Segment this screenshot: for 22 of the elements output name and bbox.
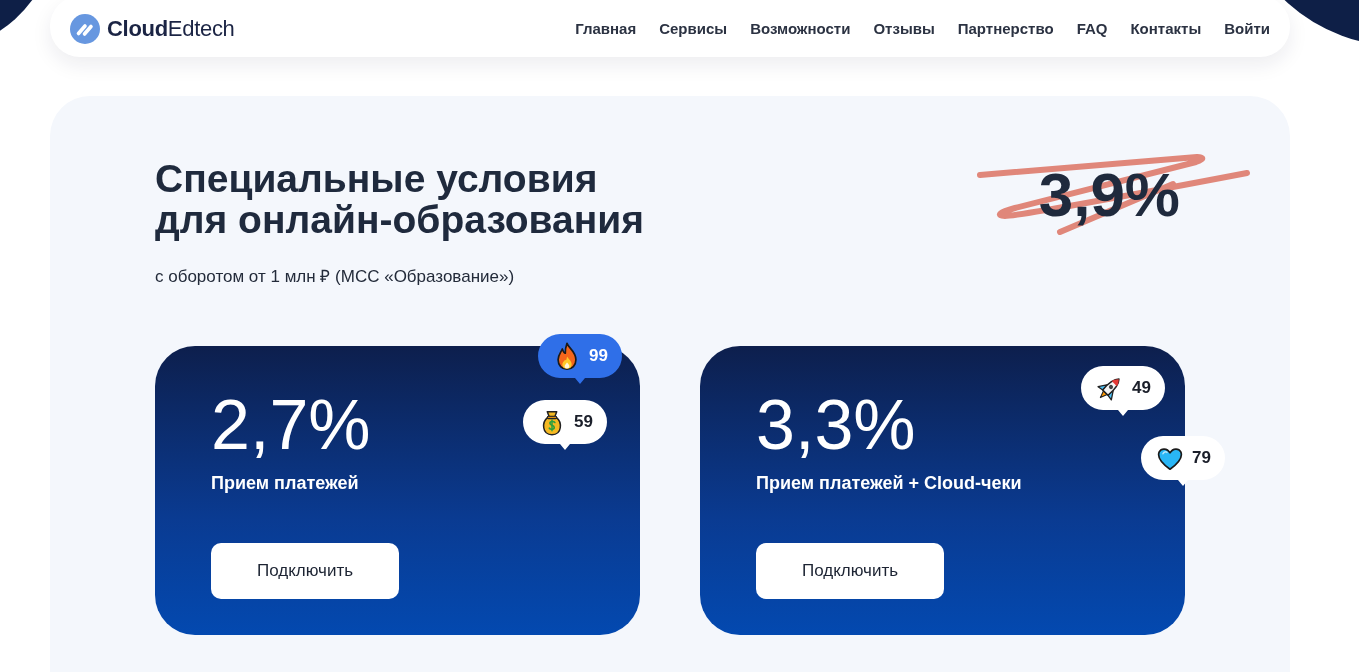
nav-link[interactable]: Отзывы xyxy=(873,20,935,37)
offer-title: Специальные условия для онлайн-образования xyxy=(155,158,645,240)
nav-link[interactable]: Главная xyxy=(575,20,637,37)
reaction-badge[interactable]: 49 xyxy=(1081,366,1165,416)
reaction-badge[interactable]: 99 xyxy=(538,334,622,384)
logo-icon xyxy=(70,13,100,44)
nav-link[interactable]: Войти xyxy=(1224,20,1270,37)
logo-link[interactable]: CloudEdtech xyxy=(70,13,235,44)
connect-button[interactable]: Подключить xyxy=(756,543,944,599)
nav-link[interactable]: Возможности xyxy=(750,20,851,37)
nav-link[interactable]: Контакты xyxy=(1130,20,1202,37)
rate-value: 2,7% xyxy=(211,392,371,458)
nav-link[interactable]: Сервисы xyxy=(659,20,728,37)
rate-value: 3,3% xyxy=(756,392,916,458)
rate-label: Прием платежей + Cloud-чеки xyxy=(756,472,1022,495)
nav-link[interactable]: Партнерство xyxy=(957,20,1054,37)
reaction-badge[interactable]: 59 xyxy=(523,400,607,450)
connect-button[interactable]: Подключить xyxy=(211,543,399,599)
offer-subtitle: с оборотом от 1 млн ₽ (МСС «Образование») xyxy=(155,266,516,288)
rate-label: Прием платежей xyxy=(211,472,359,495)
nav-link[interactable]: FAQ xyxy=(1076,20,1108,37)
reaction-badge[interactable]: 79 xyxy=(1141,436,1225,486)
